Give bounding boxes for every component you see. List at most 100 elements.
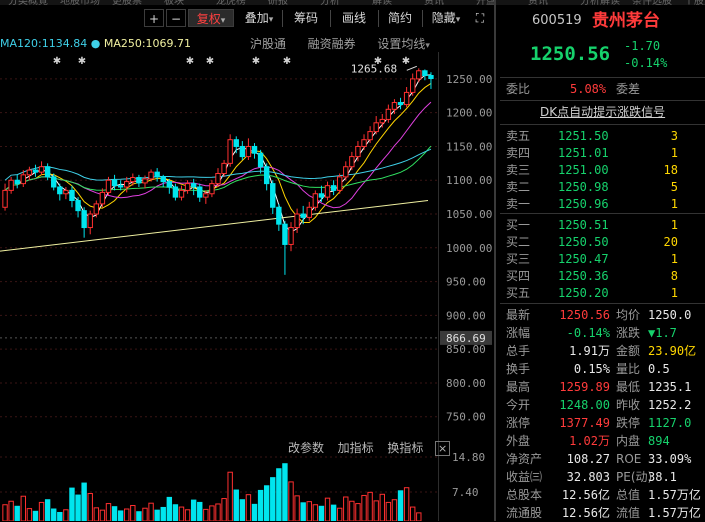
tab-rongzi[interactable]: 融资融券 xyxy=(308,37,356,51)
stat-value: 32.803 xyxy=(566,470,610,484)
bid-price[interactable]: 1250.36 xyxy=(558,268,609,285)
candle-body xyxy=(221,162,227,174)
chouma-button[interactable]: 筹码 xyxy=(286,9,326,27)
ask-volume: 5 xyxy=(670,180,678,194)
price-tick-label: 1250.00 xyxy=(446,73,492,86)
candle-body xyxy=(14,179,20,185)
diejia-button[interactable]: 叠加▾ xyxy=(238,9,280,27)
candle-body xyxy=(294,213,300,229)
volume-bar xyxy=(367,491,373,521)
volume-bar xyxy=(105,503,112,521)
volume-bar xyxy=(160,506,166,521)
candle-body xyxy=(44,166,51,178)
stat-value: 0.15% xyxy=(573,362,610,376)
webi-label: 委比 xyxy=(506,82,531,96)
stat-label: 跌停 xyxy=(616,416,641,430)
stat-label: 金额 xyxy=(616,344,641,358)
event-marker-icon: ✱ xyxy=(252,56,260,67)
stat-value: 1248.00 xyxy=(559,398,610,412)
stat-value: 1.57万亿 xyxy=(648,488,701,502)
candle-body xyxy=(63,189,69,195)
ma-dot-icon: ● xyxy=(90,37,101,50)
stat-label: 总手 xyxy=(506,344,531,358)
top-nav-item[interactable]: 分类概覧 xyxy=(8,0,48,5)
ask-label: 卖二 xyxy=(506,180,531,194)
ask-price[interactable]: 1251.00 xyxy=(558,162,609,179)
fullscreen-icon[interactable]: ⛶ xyxy=(470,9,490,27)
volume-bar xyxy=(294,495,300,521)
jianyue-button[interactable]: 简约 xyxy=(382,9,418,27)
candle-body xyxy=(239,145,246,158)
volume-bar xyxy=(166,496,173,521)
top-nav-item[interactable]: 板块 xyxy=(164,0,184,5)
ask-price[interactable]: 1251.01 xyxy=(558,145,609,162)
ask-price[interactable]: 1251.50 xyxy=(558,128,609,145)
candle-body xyxy=(349,156,355,168)
candle-body xyxy=(105,179,112,193)
stat-value: 894 xyxy=(648,434,670,448)
volume-bar xyxy=(154,509,160,521)
stat-label: 最高 xyxy=(506,380,531,394)
volume-bar xyxy=(124,508,130,521)
panel-divider[interactable] xyxy=(494,0,496,521)
huaxian-button[interactable]: 画线 xyxy=(334,9,374,27)
bid-price[interactable]: 1250.47 xyxy=(558,251,609,268)
bid-price[interactable]: 1250.50 xyxy=(558,234,609,251)
candle-body xyxy=(257,152,264,168)
top-nav-item[interactable]: 分析 xyxy=(320,0,340,5)
candle-body xyxy=(203,193,209,198)
huanzhibiao-button[interactable]: 换指标 xyxy=(387,441,423,455)
quote-panel: 600519 贵州茅台 1250.56 -1.70 -0.14% 委比 5.08… xyxy=(500,0,705,521)
top-nav-item[interactable]: 解读 xyxy=(372,0,392,5)
volume-bar xyxy=(14,505,20,521)
candle-body xyxy=(282,223,288,245)
stat-value: 12.56亿 xyxy=(561,488,610,502)
fuquan-button[interactable]: 复权▾ xyxy=(188,9,234,27)
volume-bar xyxy=(87,493,93,521)
ask-price[interactable]: 1250.96 xyxy=(558,196,609,213)
tab-hugutong[interactable]: 沪股通 xyxy=(250,37,286,51)
zoom-out-button[interactable]: − xyxy=(166,9,186,27)
volume-bar xyxy=(2,504,8,521)
ask-volume: 18 xyxy=(663,163,678,177)
tab-set-ma[interactable]: 设置均线 xyxy=(377,37,425,51)
candle-body xyxy=(190,183,197,188)
candle-body xyxy=(124,181,130,188)
volume-tick-label: 14.80 xyxy=(452,451,485,464)
volume-bar xyxy=(410,506,416,521)
event-marker-icon: ✱ xyxy=(53,56,61,67)
ma250-line xyxy=(0,200,429,252)
volume-bar xyxy=(81,482,87,521)
stat-value: 38.1 xyxy=(648,470,677,484)
chevron-down-icon: ▾ xyxy=(455,15,461,25)
top-nav-item[interactable]: 研报 xyxy=(268,0,288,5)
top-nav-item[interactable]: 更股票 xyxy=(112,0,142,5)
candle-body xyxy=(416,70,422,80)
divider xyxy=(500,100,705,101)
candle-body xyxy=(99,191,106,205)
volume-bar xyxy=(416,512,422,521)
candle-body xyxy=(69,189,75,202)
bid-price[interactable]: 1250.20 xyxy=(558,285,609,302)
signal-link[interactable]: DK点自动提示涨跌信号 xyxy=(540,104,665,121)
top-nav-item[interactable]: 地股市场 xyxy=(60,0,100,5)
zoom-in-button[interactable]: + xyxy=(144,9,164,27)
bid-price[interactable]: 1250.51 xyxy=(558,217,609,234)
gaicanshu-button[interactable]: 改参数 xyxy=(288,441,324,455)
volume-tick-label: 7.40 xyxy=(452,486,479,499)
volume-bar xyxy=(403,487,410,521)
ask-price[interactable]: 1250.98 xyxy=(558,179,609,196)
top-nav-item[interactable]: 开盘 xyxy=(476,0,496,5)
divider xyxy=(500,77,705,78)
top-nav-item[interactable]: 龙虎榜 xyxy=(216,0,246,5)
stat-value: 0.5 xyxy=(648,362,670,376)
volume-bar xyxy=(391,499,398,521)
close-icon[interactable]: × xyxy=(435,441,451,456)
webi-value: 5.08% xyxy=(570,82,607,96)
top-nav-item[interactable]: 资讯 xyxy=(424,0,444,5)
candle-body xyxy=(343,166,349,178)
jiazhibiao-button[interactable]: 加指标 xyxy=(338,441,374,455)
yincang-button[interactable]: 隐藏▾ xyxy=(424,9,468,27)
candle-body xyxy=(166,181,173,188)
volume-bar xyxy=(276,468,282,521)
